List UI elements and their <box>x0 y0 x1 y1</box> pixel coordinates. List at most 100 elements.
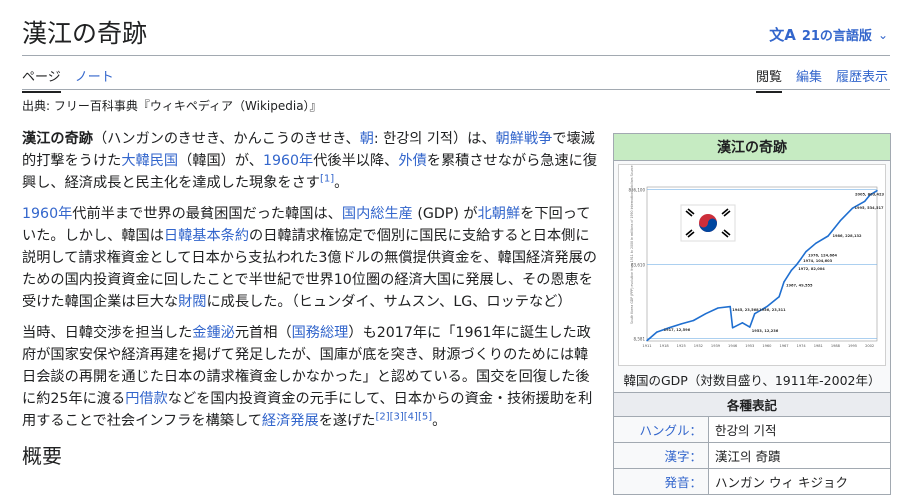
x-tick-label: 1932 <box>694 344 703 348</box>
infobox-value-hangul: 한강의 기적 <box>715 423 777 438</box>
section-heading: 概要 <box>22 444 62 468</box>
gdp-point <box>800 257 802 260</box>
gdp-point <box>790 269 793 271</box>
citation-1[interactable]: [1] <box>320 174 334 185</box>
infobox-value-pronunciation: ハンガン ウィ キジョク <box>715 475 848 490</box>
y-axis-label: South Korea GDP (PPP) evolution from 191… <box>630 165 634 324</box>
link-chaebol[interactable]: 財閥 <box>178 294 206 310</box>
gdp-point <box>766 305 768 308</box>
link-north-korea[interactable]: 北朝鮮 <box>478 206 521 222</box>
gdp-point <box>692 319 695 322</box>
link-yen-loan[interactable]: 円借款 <box>125 391 168 407</box>
paragraph-history: 1960年代前半まで世界の最貧困国だった韓国は、国内総生産 (GDP) が北朝鮮… <box>22 203 602 314</box>
bold-title: 漢江の奇跡 <box>22 131 93 147</box>
gdp-point <box>851 207 854 209</box>
chart-annotation: 1995, 534,517 <box>855 206 884 210</box>
x-tick-label: 1960 <box>762 344 772 348</box>
link-1960[interactable]: 1960年 <box>22 206 72 222</box>
title-divider <box>22 55 890 56</box>
link-korean-war[interactable]: 朝鮮戦争 <box>496 131 553 147</box>
chart-annotation: 1974, 104,603 <box>803 259 832 263</box>
gdp-point <box>815 242 817 245</box>
x-tick-label: 1953 <box>745 344 754 348</box>
infobox: 漢江の奇跡 8,581 83,610 836,100 South Korea GDP … <box>613 133 891 495</box>
y-tick-label: 8,581 <box>634 337 646 342</box>
text: に成長した。（ヒュンダイ、サムスン、LG、ロッテなど） <box>206 294 572 311</box>
x-tick-label: 1925 <box>677 344 686 348</box>
infobox-label-pronunciation[interactable]: 発音： <box>614 469 709 494</box>
link-1960[interactable]: 1960年 <box>263 153 313 169</box>
text: (GDP) が <box>412 205 478 222</box>
gdp-point <box>778 296 780 298</box>
gdp-point <box>717 307 719 309</box>
infobox-row: 漢字： 漢江의 奇蹟 <box>614 442 890 468</box>
gdp-point <box>864 200 866 203</box>
infobox-row: 発音： ハンガン ウィ キジョク <box>614 468 890 494</box>
chart-annotation: 1953, 12,236 <box>752 329 779 333</box>
link-gdp[interactable]: 国内総生産 <box>342 206 413 222</box>
chart-annotation: 1976, 124,664 <box>808 253 837 257</box>
paragraph-negotiation: 当時、日韓交渉を担当した金鍾泌元首相（国務総理）も2017年に「1961年に誕生… <box>22 322 602 433</box>
x-tick-label: 1988 <box>831 344 841 348</box>
text: 代後半以降、 <box>313 153 399 170</box>
x-tick-label: 1918 <box>660 344 670 348</box>
gdp-point <box>680 323 682 325</box>
text: （ハンガンのきせき、かんこうのきせき、 <box>92 131 360 147</box>
infobox-value-hanja: 漢江의 奇蹟 <box>715 449 781 464</box>
gdp-point <box>749 326 751 328</box>
gdp-point <box>741 322 744 324</box>
infobox-title: 漢江の奇跡 <box>614 134 890 161</box>
text: 元首相（ <box>234 324 292 341</box>
page-title: 漢江の奇跡 <box>22 19 148 48</box>
infobox-row: ハングル： 한강의 기적 <box>614 416 890 442</box>
gdp-chart[interactable]: 8,581 83,610 836,100 South Korea GDP (PPP) … <box>618 164 886 366</box>
text: を遂げた <box>318 413 376 430</box>
link-prime-minister[interactable]: 国務総理 <box>292 325 349 341</box>
tabs-divider <box>22 89 890 90</box>
link-economic-development[interactable]: 経済発展 <box>262 413 319 429</box>
gdp-point <box>656 331 658 333</box>
text: 。 <box>432 413 447 430</box>
link-republic-of-korea[interactable]: 大韓民国 <box>121 153 178 169</box>
x-tick-label: 1939 <box>711 344 721 348</box>
link-basic-treaty[interactable]: 日韓基本条約 <box>164 228 249 244</box>
text: 当時、日韓交渉を担当した <box>22 324 193 341</box>
text: : 한강의 기적）は、 <box>373 131 496 147</box>
text: （韓国）が、 <box>178 153 263 170</box>
article-body: 漢江の奇跡（ハンガンのきせき、かんこうのきせき、朝: 한강의 기적）は、朝鮮戦争… <box>22 128 602 441</box>
gdp-point <box>729 305 731 308</box>
chart-annotation: 1956, 23,311 <box>759 308 786 312</box>
chevron-down-icon: ⌄ <box>877 27 888 42</box>
chart-annotation: 1945, 23,568 <box>732 308 759 312</box>
x-tick-label: 2002 <box>865 344 874 348</box>
gdp-point <box>795 264 797 266</box>
text: 代前半まで世界の最貧困国だった韓国は、 <box>72 205 342 222</box>
x-tick-label: 1911 <box>642 344 651 348</box>
x-tick-label: 1967 <box>779 344 788 348</box>
x-tick-label: 1995 <box>848 344 857 348</box>
gdp-point <box>805 250 807 253</box>
gdp-point <box>783 281 785 283</box>
citation-2-5[interactable]: [2][3][4][5] <box>375 412 432 423</box>
gdp-point <box>827 235 829 237</box>
infobox-label-hanja[interactable]: 漢字： <box>614 443 709 468</box>
south-korea-flag <box>680 204 736 242</box>
link-korean[interactable]: 朝 <box>360 131 374 147</box>
chart-annotation: 1972, 82,004 <box>798 267 825 271</box>
gdp-point <box>839 220 841 222</box>
chart-annotation: 1917, 12,596 <box>664 328 691 332</box>
infobox-label-hangul[interactable]: ハングル： <box>614 417 709 442</box>
chart-annotation: 1986, 228,132 <box>833 234 862 238</box>
gdp-point <box>876 190 878 192</box>
chart-annotation: 2005, 803,423 <box>855 193 884 197</box>
gdp-point <box>731 327 734 329</box>
infobox-section-header: 各種表記 <box>614 392 890 416</box>
text: 。 <box>334 175 349 192</box>
paragraph-intro: 漢江の奇跡（ハンガンのきせき、かんこうのきせき、朝: 한강의 기적）は、朝鮮戦争… <box>22 128 602 195</box>
language-selector[interactable]: 文A 21の言語版 ⌄ <box>769 24 888 45</box>
link-foreign-debt[interactable]: 外債 <box>398 153 426 169</box>
chart-caption: 韓国のGDP（対数目盛り、1911年-2002年） <box>623 373 881 388</box>
link-kim-jong-pil[interactable]: 金鍾泌 <box>192 325 235 341</box>
x-tick-label: 1946 <box>728 344 738 348</box>
source-line: 出典: フリー百科事典『ウィキペディア（Wikipedia）』 <box>22 99 322 113</box>
